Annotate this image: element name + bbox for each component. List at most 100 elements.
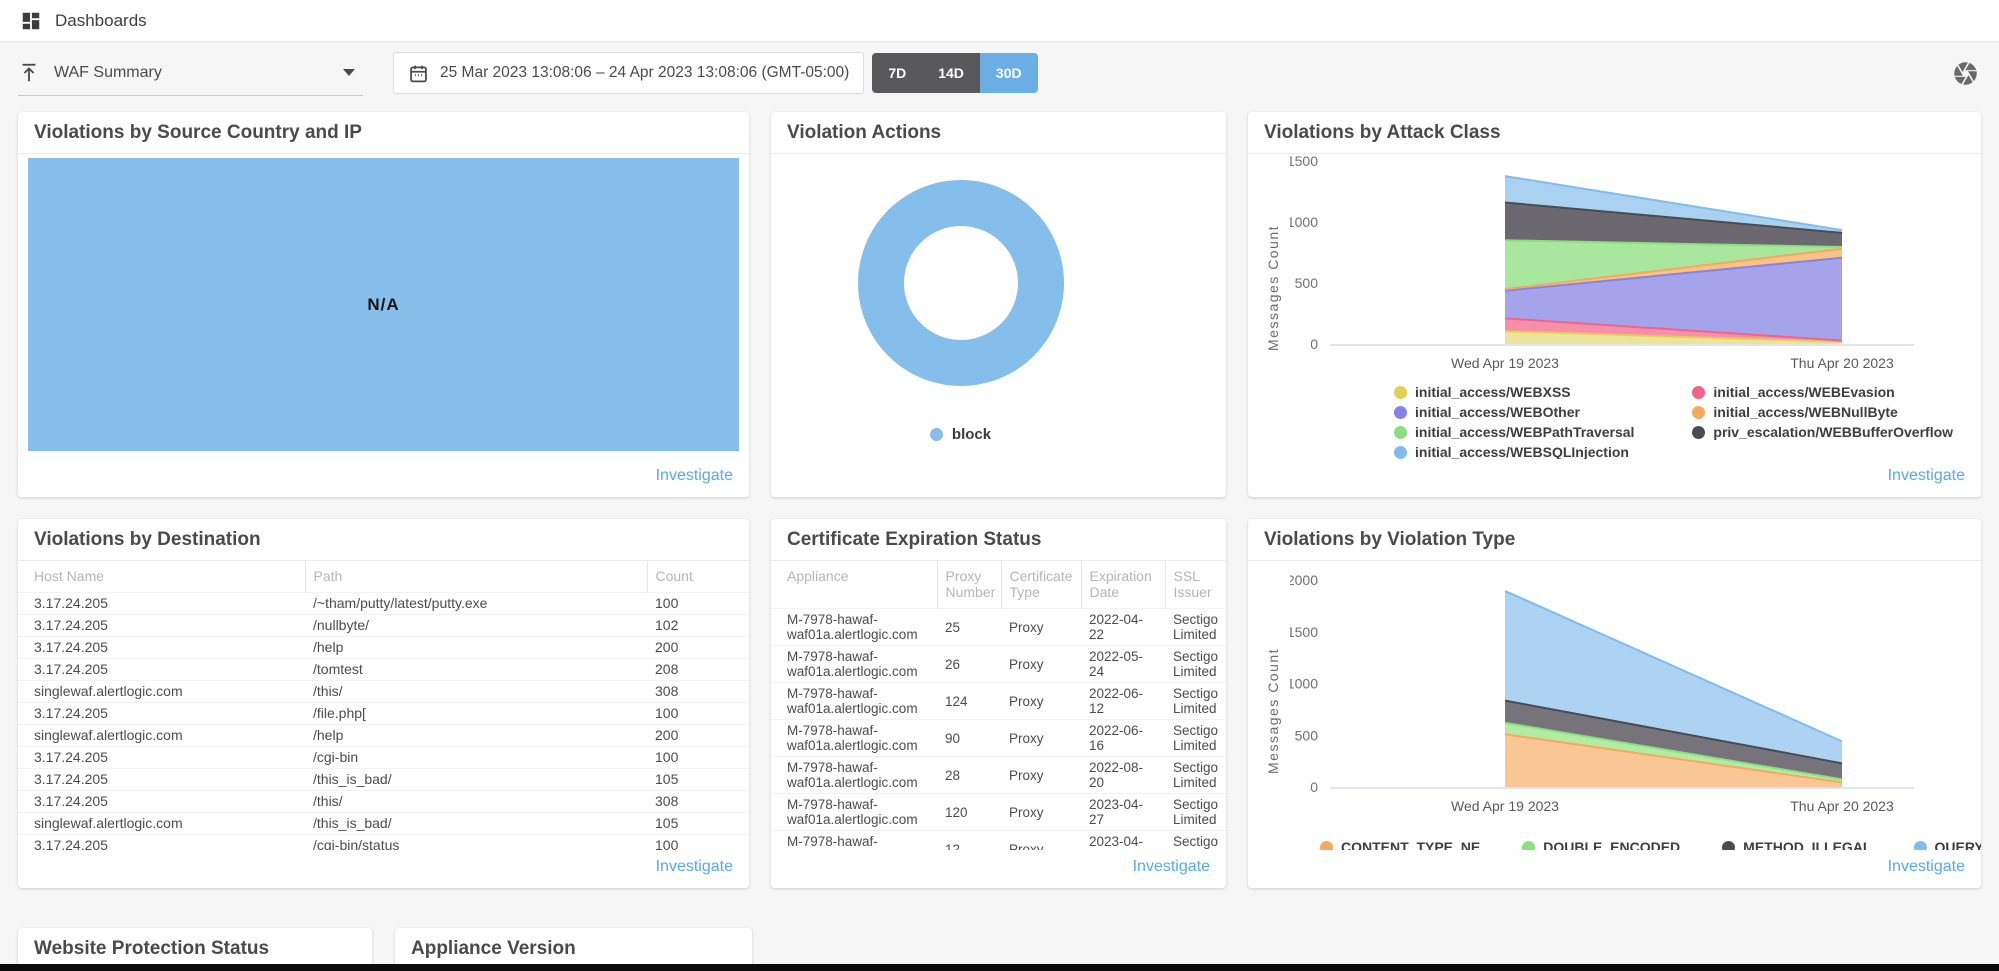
card-title: Violations by Source Country and IP [18, 112, 749, 154]
table-row: 3.17.24.205/this/308 [18, 791, 749, 813]
table-row: M-7978-hawaf-waf01a.alertlogic.com26Prox… [771, 646, 1226, 683]
card-title: Certificate Expiration Status [771, 519, 1226, 561]
legend-label: initial_access/WEBPathTraversal [1415, 424, 1634, 440]
destination-table: Host Name Path Count 3.17.24.205/~tham/p… [18, 561, 749, 852]
table-cell: 3.17.24.205 [18, 637, 305, 659]
legend-label: initial_access/WEBXSS [1415, 384, 1571, 400]
svg-text:Wed Apr 19 2023: Wed Apr 19 2023 [1451, 798, 1559, 814]
donut-body: block [771, 154, 1226, 497]
y-axis-label: Messages Count [1256, 154, 1290, 382]
table-cell: Proxy [1001, 720, 1081, 757]
table-cell: 25 [937, 609, 1001, 646]
table-row: singlewaf.alertlogic.com/help200 [18, 725, 749, 747]
table-row: 3.17.24.205/cgi-bin100 [18, 747, 749, 769]
table-row: M-7978-hawaf-waf01a.alertlogic.com25Prox… [771, 609, 1226, 646]
table-cell: 28 [937, 757, 1001, 794]
table-cell: M-7978-hawaf-waf01a.alertlogic.com [771, 609, 937, 646]
table-cell: 3.17.24.205 [18, 791, 305, 813]
table-cell: /this/ [305, 681, 647, 703]
card-violation-actions: Violation Actions block [771, 112, 1226, 497]
certificate-table: Appliance Proxy Number Certificate Type … [771, 561, 1226, 852]
investigate-link[interactable]: Investigate [1888, 858, 1965, 875]
table-cell: 12 [937, 831, 1001, 853]
investigate-link[interactable]: Investigate [656, 467, 733, 484]
column-header: Count [647, 561, 749, 593]
table-cell: 200 [647, 725, 749, 747]
legend-item: initial_access/WEBPathTraversal [1394, 422, 1662, 442]
table-cell: 2022-08-20 [1081, 757, 1165, 794]
legend-dot [1692, 426, 1705, 439]
table-row: singlewaf.alertlogic.com/this_is_bad/105 [18, 813, 749, 835]
legend-item: priv_escalation/WEBBufferOverflow [1692, 422, 1981, 442]
card-violations-by-violation-type: Violations by Violation Type Messages Co… [1248, 519, 1981, 888]
table-cell: Sectigo Limited [1165, 757, 1226, 794]
table-cell: 2022-06-12 [1081, 683, 1165, 720]
table-cell: Sectigo Limited [1165, 609, 1226, 646]
table-row: 3.17.24.205/tomtest208 [18, 659, 749, 681]
table-cell: /this/ [305, 791, 647, 813]
card-violations-by-source: Violations by Source Country and IP N/A … [18, 112, 749, 497]
table-header-row: Appliance Proxy Number Certificate Type … [771, 561, 1226, 609]
donut-chart [856, 178, 1066, 388]
table-cell: 90 [937, 720, 1001, 757]
table-cell: 3.17.24.205 [18, 659, 305, 681]
table-cell: 120 [937, 794, 1001, 831]
table-header-row: Host Name Path Count [18, 561, 749, 593]
svg-text:500: 500 [1295, 275, 1319, 291]
card-title: Violation Actions [771, 112, 1226, 154]
investigate-link[interactable]: Investigate [1133, 858, 1210, 875]
table-cell: singlewaf.alertlogic.com [18, 813, 305, 835]
column-header: Proxy Number [937, 561, 1001, 609]
table-cell: 3.17.24.205 [18, 703, 305, 725]
table-row: 3.17.24.205/help200 [18, 637, 749, 659]
top-bar: Dashboards [0, 0, 1999, 42]
investigate-link[interactable]: Investigate [1888, 467, 1965, 484]
dashboards-grid-icon [20, 10, 42, 32]
aperture-icon[interactable] [1951, 59, 1979, 87]
table-cell: /this_is_bad/ [305, 769, 647, 791]
table-cell: 308 [647, 681, 749, 703]
svg-text:1000: 1000 [1290, 676, 1318, 692]
na-label: N/A [367, 295, 399, 315]
legend-dot [1692, 386, 1705, 399]
table-cell: 2023-04-27 [1081, 831, 1165, 853]
treemap-na-tile: N/A [28, 158, 739, 451]
card-footer: Investigate [771, 850, 1226, 888]
svg-text:0: 0 [1310, 779, 1318, 795]
card-title: Violations by Destination [18, 519, 749, 561]
page-title: Dashboards [55, 11, 147, 31]
range-button-7d[interactable]: 7D [872, 53, 922, 93]
date-range-picker[interactable]: 25 Mar 2023 13:08:06 – 24 Apr 2023 13:08… [393, 52, 864, 94]
table-cell: 105 [647, 769, 749, 791]
table-cell: 2022-06-16 [1081, 720, 1165, 757]
table-cell: 3.17.24.205 [18, 747, 305, 769]
calendar-icon [408, 63, 429, 84]
legend-item: initial_access/WEBXSS [1394, 382, 1662, 402]
legend-item: initial_access/WEBEvasion [1692, 382, 1981, 402]
dashboard-selector[interactable]: WAF Summary [18, 50, 363, 96]
range-button-30d[interactable]: 30D [980, 53, 1038, 93]
chart-area: Messages Count 050010001500Wed Apr 19 20… [1256, 154, 1981, 382]
table-cell: 26 [937, 646, 1001, 683]
table-container: Host Name Path Count 3.17.24.205/~tham/p… [18, 561, 749, 852]
svg-text:Thu Apr 20 2023: Thu Apr 20 2023 [1790, 355, 1894, 371]
card-violations-by-attack-class: Violations by Attack Class Messages Coun… [1248, 112, 1981, 497]
card-footer: Investigate [1248, 459, 1981, 497]
table-cell: 100 [647, 703, 749, 725]
range-button-14d[interactable]: 14D [922, 53, 980, 93]
table-cell: /help [305, 637, 647, 659]
table-row: 3.17.24.205/nullbyte/102 [18, 615, 749, 637]
investigate-link[interactable]: Investigate [656, 858, 733, 875]
table-cell: 3.17.24.205 [18, 593, 305, 615]
svg-text:Thu Apr 20 2023: Thu Apr 20 2023 [1790, 798, 1894, 814]
table-cell: Proxy [1001, 609, 1081, 646]
legend-label: initial_access/WEBOther [1415, 404, 1580, 420]
table-cell: Proxy [1001, 646, 1081, 683]
stacked-area-chart: 0500100015002000Wed Apr 19 2023Thu Apr 2… [1290, 561, 1962, 821]
table-cell: /tomtest [305, 659, 647, 681]
svg-text:0: 0 [1310, 336, 1318, 352]
chevron-down-icon [343, 69, 355, 76]
dashboard-selector-value: WAF Summary [54, 64, 162, 82]
table-row: M-7978-hawaf-waf01a.alertlogic.com120Pro… [771, 794, 1226, 831]
table-cell: Sectigo Limited [1165, 683, 1226, 720]
